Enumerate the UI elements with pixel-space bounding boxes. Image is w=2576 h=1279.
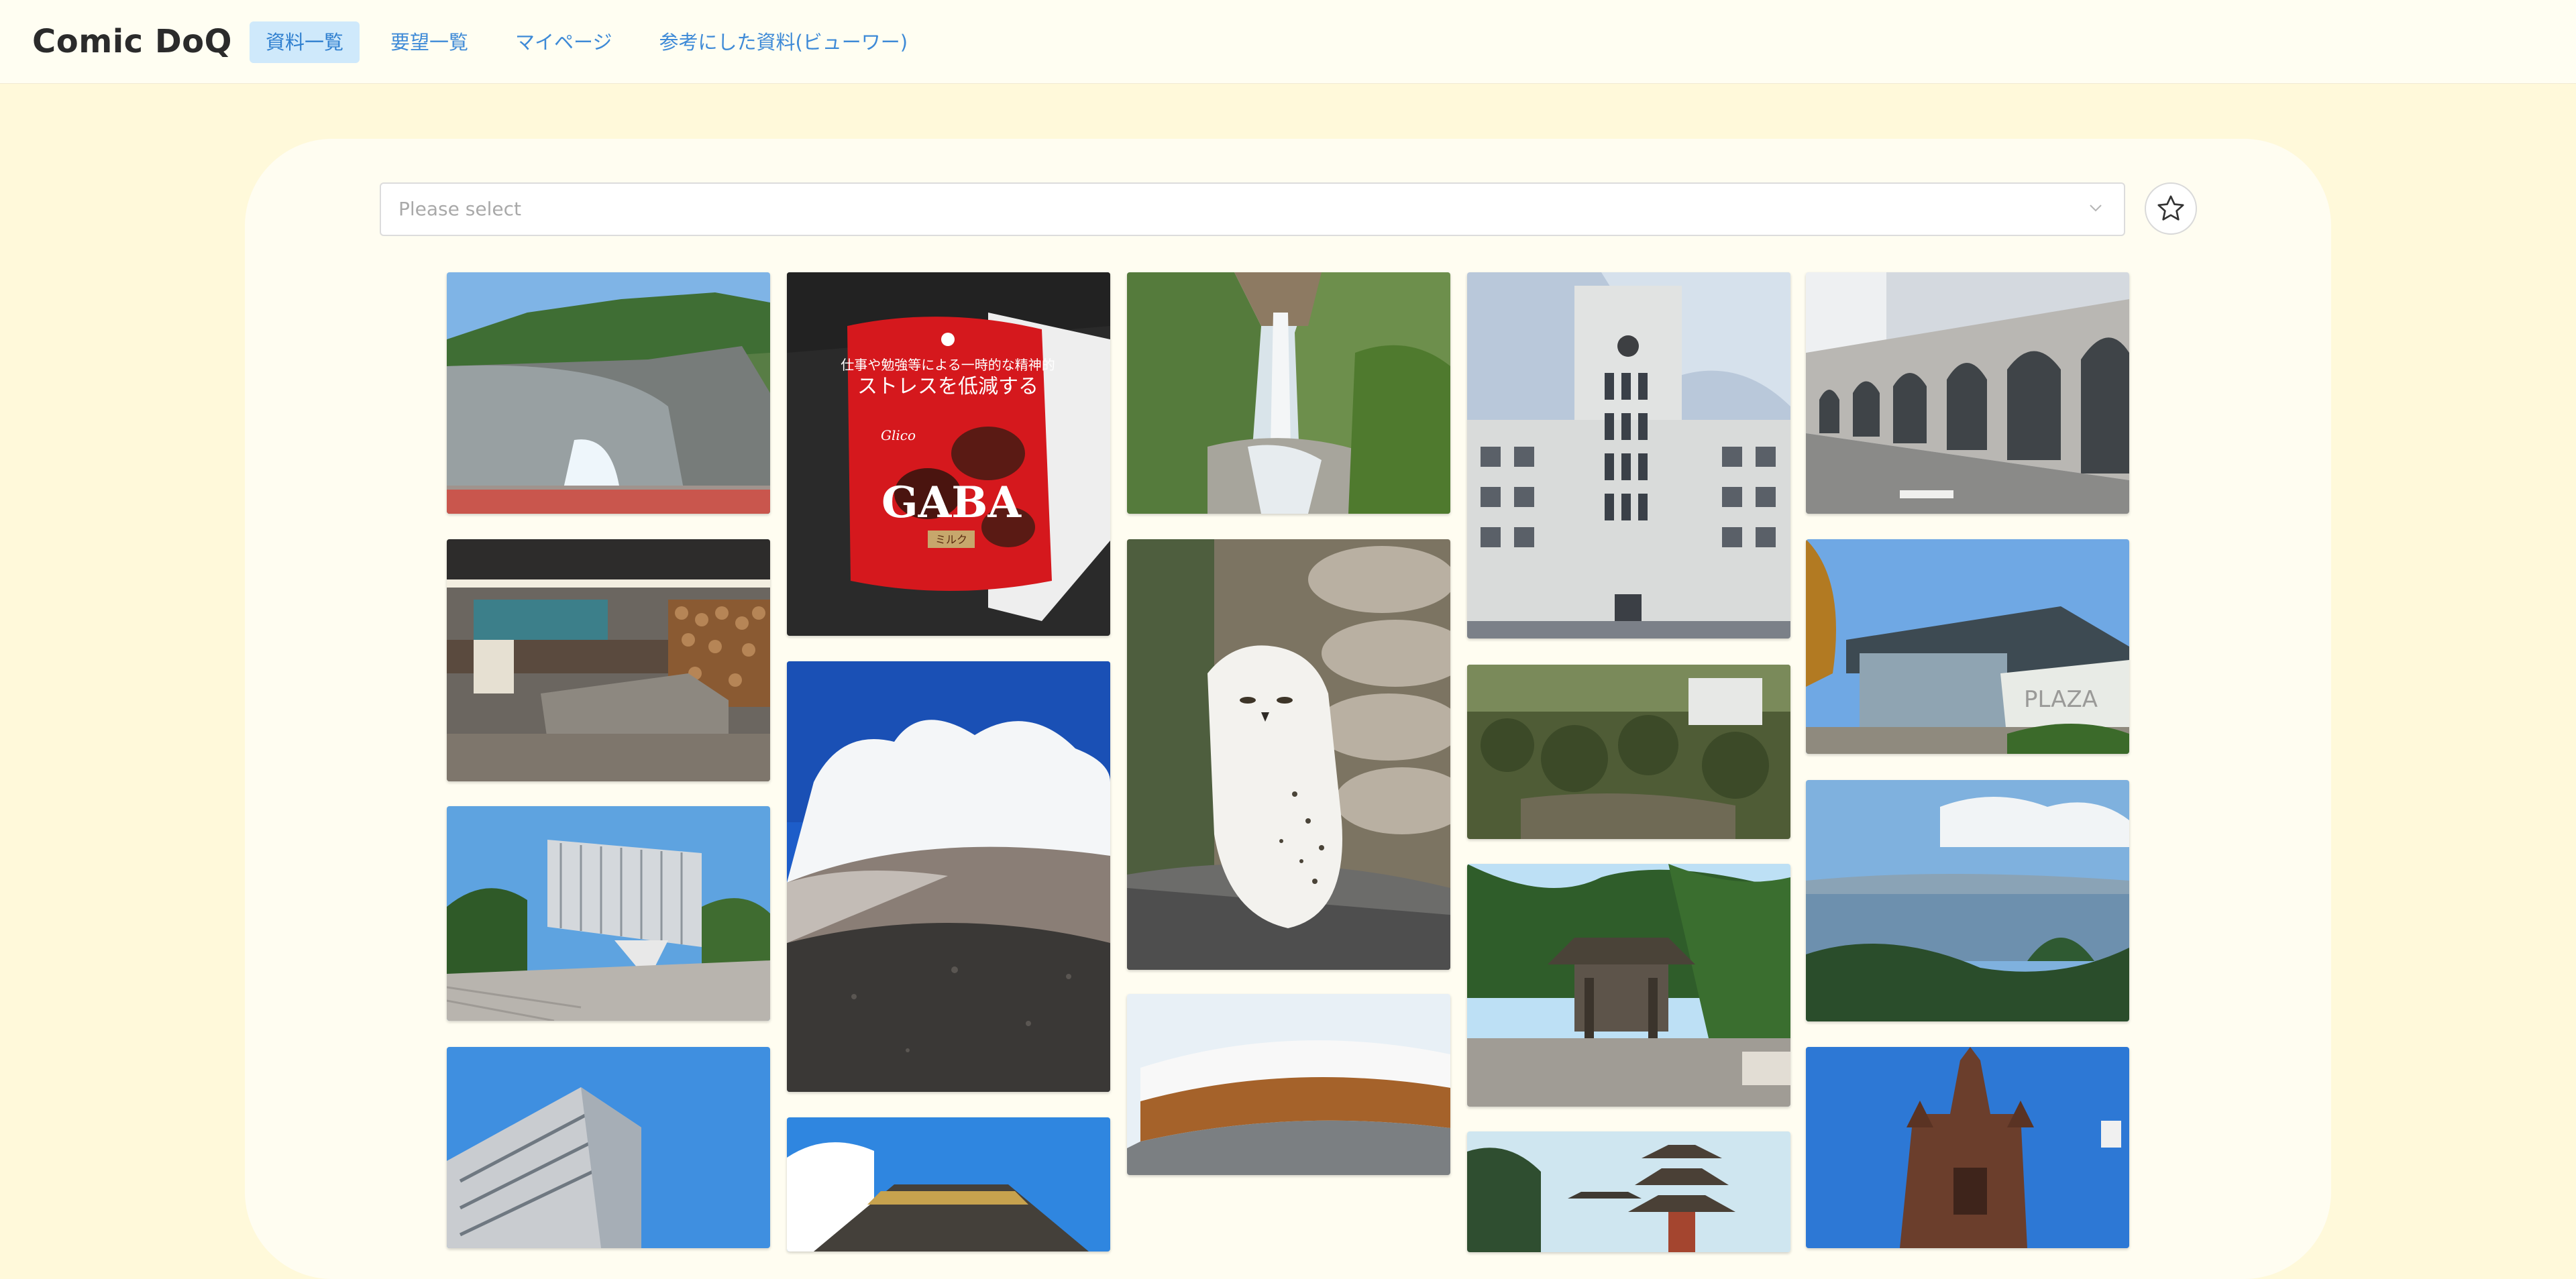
nav-item-requests[interactable]: 要望一覧: [374, 21, 484, 63]
photo-card-sea-view[interactable]: [1806, 780, 2129, 1021]
nav-item-referenced-viewer[interactable]: 参考にした資料(ビューワー): [643, 21, 924, 63]
photo-card-glass-tower[interactable]: [447, 1047, 770, 1248]
photo-card-chocolate[interactable]: 仕事や勉強等による一時的な精神的 ストレスを低減する Glico GABA ミル…: [787, 272, 1110, 636]
package-brand: GABA: [881, 478, 1022, 528]
photo-card-concrete-arches[interactable]: [1806, 272, 2129, 514]
photo-card-dam[interactable]: [447, 272, 770, 514]
photo-card-plaza[interactable]: PLAZA: [1806, 539, 2129, 754]
nav-item-mypage[interactable]: マイページ: [499, 21, 628, 63]
photo-card-forest-garden[interactable]: [1467, 665, 1790, 839]
package-tagline: 仕事や勉強等による一時的な精神的: [841, 357, 1055, 373]
photo-card-lounge[interactable]: [447, 539, 770, 781]
package-flavor: ミルク: [935, 533, 967, 546]
package-maker: Glico: [881, 427, 916, 443]
package-headline: ストレスを低減する: [857, 375, 1038, 398]
photo-card-shrine[interactable]: [1467, 864, 1790, 1107]
nav-item-materials[interactable]: 資料一覧: [250, 21, 360, 63]
tag-select[interactable]: Please select: [380, 182, 2125, 236]
photo-card-temple-roof[interactable]: [787, 1117, 1110, 1252]
favorite-filter-button[interactable]: [2145, 182, 2197, 235]
brand-logo[interactable]: Comic DoQ: [32, 21, 232, 62]
photo-card-waterfall[interactable]: [1127, 272, 1450, 514]
photo-card-snowy-owl[interactable]: [1127, 539, 1450, 970]
plaza-sign-text: PLAZA: [2024, 686, 2098, 713]
photo-card-volcano[interactable]: [787, 661, 1110, 1092]
photo-card-wood-building[interactable]: [1127, 994, 1450, 1175]
photo-card-clock-tower[interactable]: [1467, 272, 1790, 638]
photo-card-cathedral[interactable]: [1806, 1047, 2129, 1248]
star-outline-icon: [2157, 195, 2184, 221]
chevron-down-icon: [2090, 205, 2102, 212]
photo-card-modern-building[interactable]: [447, 806, 770, 1021]
top-navbar: Comic DoQ 資料一覧 要望一覧 マイページ 参考にした資料(ビューワー): [0, 0, 2576, 84]
main-nav: 資料一覧 要望一覧 マイページ 参考にした資料(ビューワー): [250, 21, 924, 63]
select-placeholder: Please select: [398, 198, 521, 220]
photo-card-pagoda[interactable]: [1467, 1131, 1790, 1252]
